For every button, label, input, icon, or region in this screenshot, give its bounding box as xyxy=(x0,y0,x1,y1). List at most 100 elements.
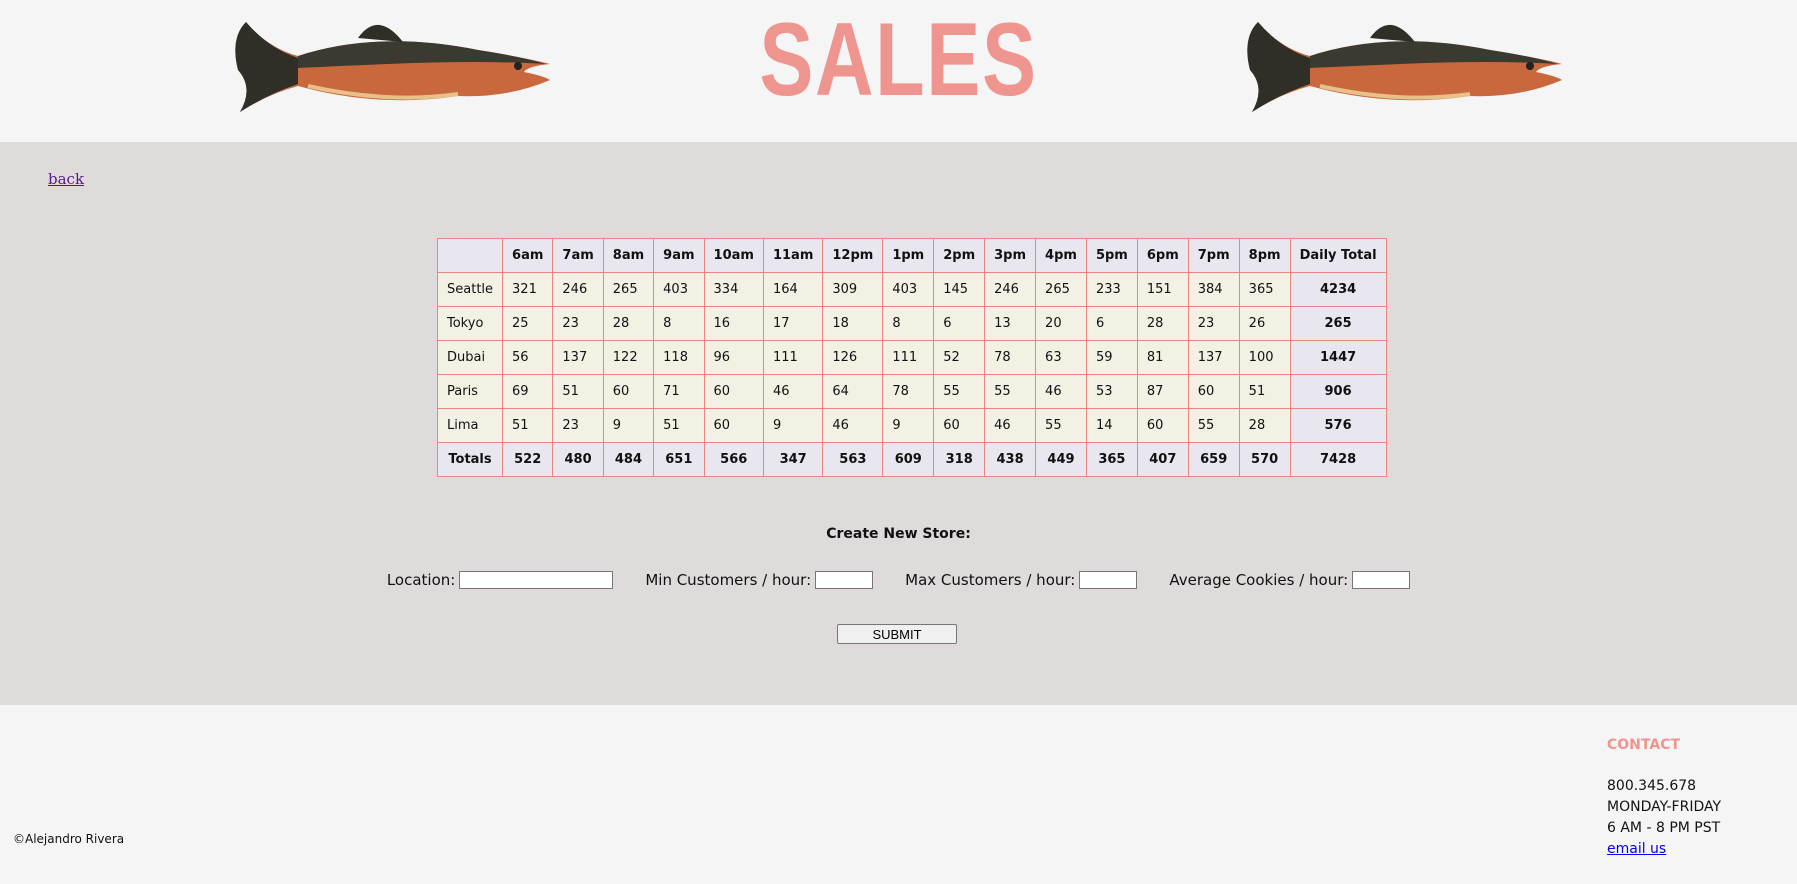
hourly-total-cell: 449 xyxy=(1035,442,1087,477)
sales-cell: 6 xyxy=(933,306,986,341)
sales-cell: 9 xyxy=(602,408,655,443)
hourly-total-cell: 570 xyxy=(1238,442,1291,477)
sales-cell: 334 xyxy=(703,272,764,307)
sales-cell: 384 xyxy=(1187,272,1240,307)
header-cell: 8pm xyxy=(1238,238,1291,273)
hourly-total-cell: 609 xyxy=(882,442,935,477)
sales-cell: 53 xyxy=(1085,374,1138,409)
sales-cell: 51 xyxy=(653,408,705,443)
totals-label-cell: Totals xyxy=(436,442,504,477)
sales-cell: 28 xyxy=(1136,306,1189,341)
store-name-cell: Paris xyxy=(436,374,504,409)
hourly-total-cell: 407 xyxy=(1136,442,1189,477)
sales-cell: 28 xyxy=(1238,408,1291,443)
sales-cell: 55 xyxy=(1035,408,1087,443)
store-name-cell: Dubai xyxy=(436,340,504,375)
sales-cell: 60 xyxy=(703,374,764,409)
sales-cell: 26 xyxy=(1238,306,1291,341)
sales-cell: 51 xyxy=(502,408,554,443)
header-cell: 11am xyxy=(762,238,824,273)
header-cell: Daily Total xyxy=(1289,238,1387,273)
contact-block: CONTACT 800.345.678 MONDAY-FRIDAY 6 AM -… xyxy=(1607,735,1721,860)
header-cell: 12pm xyxy=(822,238,884,273)
sales-cell: 100 xyxy=(1238,340,1291,375)
email-link[interactable]: email us xyxy=(1607,841,1666,857)
min-customers-input[interactable] xyxy=(815,571,874,589)
sales-cell: 52 xyxy=(933,340,986,375)
main-content: back 6am 7am 8am 9am 10am 11am 12pm 1pm 2pm 3pm 4p… xyxy=(0,142,1797,705)
location-input[interactable] xyxy=(459,571,614,589)
daily-total-cell: 265 xyxy=(1289,306,1387,341)
header-cell: 5pm xyxy=(1085,238,1138,273)
table-header-row: 6am 7am 8am 9am 10am 11am 12pm 1pm 2pm 3pm 4pm 5pm 6… xyxy=(436,238,1387,273)
sales-cell: 23 xyxy=(552,408,604,443)
page-header: SALES xyxy=(0,0,1797,142)
sales-cell: 71 xyxy=(653,374,705,409)
sales-cell: 137 xyxy=(1187,340,1240,375)
min-customers-label: Min Customers / hour: xyxy=(645,571,812,589)
max-customers-input[interactable] xyxy=(1079,571,1138,589)
sales-cell: 17 xyxy=(762,306,824,341)
table-row: Tokyo 25 23 28 8 16 17 18 8 6 13 20 6 28 23 26 265 xyxy=(436,306,1387,341)
sales-cell: 111 xyxy=(762,340,824,375)
hourly-total-cell: 484 xyxy=(602,442,655,477)
location-field-group: Location: xyxy=(387,571,614,589)
sales-cell: 51 xyxy=(1238,374,1291,409)
sales-cell: 309 xyxy=(822,272,884,307)
max-customers-field-group: Max Customers / hour: xyxy=(905,571,1138,589)
sales-cell: 59 xyxy=(1085,340,1138,375)
sales-cell: 13 xyxy=(984,306,1037,341)
sales-cell: 56 xyxy=(502,340,554,375)
grand-total-cell: 7428 xyxy=(1289,442,1387,477)
sales-cell: 60 xyxy=(1187,374,1240,409)
store-name-cell: Seattle xyxy=(436,272,504,307)
sales-cell: 51 xyxy=(552,374,604,409)
back-link[interactable]: back xyxy=(48,170,84,188)
contact-hours: 6 AM - 8 PM PST xyxy=(1607,820,1721,836)
sales-cell: 321 xyxy=(502,272,554,307)
header-cell-empty xyxy=(436,238,504,273)
sales-cell: 55 xyxy=(984,374,1037,409)
sales-cell: 403 xyxy=(653,272,705,307)
sales-cell: 9 xyxy=(762,408,824,443)
sales-cell: 265 xyxy=(1035,272,1087,307)
header-cell: 9am xyxy=(653,238,705,273)
sales-cell: 60 xyxy=(602,374,655,409)
sales-cell: 96 xyxy=(703,340,764,375)
sales-cell: 246 xyxy=(552,272,604,307)
sales-cell: 403 xyxy=(882,272,935,307)
hourly-total-cell: 480 xyxy=(552,442,604,477)
hourly-total-cell: 563 xyxy=(822,442,884,477)
contact-title: CONTACT xyxy=(1607,737,1681,753)
daily-total-cell: 906 xyxy=(1289,374,1387,409)
sales-cell: 60 xyxy=(703,408,764,443)
sales-cell: 8 xyxy=(882,306,935,341)
sales-cell: 9 xyxy=(882,408,935,443)
sales-cell: 23 xyxy=(1187,306,1240,341)
header-cell: 10am xyxy=(703,238,764,273)
sales-cell: 23 xyxy=(552,306,604,341)
avg-cookies-input[interactable] xyxy=(1352,571,1411,589)
sales-cell: 87 xyxy=(1136,374,1189,409)
sales-cell: 60 xyxy=(1136,408,1189,443)
sales-cell: 46 xyxy=(762,374,824,409)
table-row: Dubai 56 137 122 118 96 111 126 111 52 78 63 59 81 137… xyxy=(436,340,1387,375)
daily-total-cell: 1447 xyxy=(1289,340,1387,375)
avg-cookies-label: Average Cookies / hour: xyxy=(1169,571,1349,589)
hourly-total-cell: 651 xyxy=(653,442,705,477)
sales-cell: 126 xyxy=(822,340,884,375)
sales-cell: 25 xyxy=(502,306,554,341)
table-row: Lima 51 23 9 51 60 9 46 9 60 46 55 14 60 55 28 576 xyxy=(436,408,1387,443)
sales-cell: 14 xyxy=(1085,408,1138,443)
min-customers-field-group: Min Customers / hour: xyxy=(645,571,874,589)
sales-cell: 233 xyxy=(1085,272,1138,307)
totals-row: Totals 522 480 484 651 566 347 563 609 318 438 449 3… xyxy=(436,442,1387,477)
submit-button[interactable]: SUBMIT xyxy=(837,624,957,644)
header-cell: 1pm xyxy=(882,238,935,273)
sales-cell: 69 xyxy=(502,374,554,409)
sales-cell: 46 xyxy=(822,408,884,443)
hourly-total-cell: 659 xyxy=(1187,442,1240,477)
header-cell: 4pm xyxy=(1035,238,1087,273)
daily-total-cell: 576 xyxy=(1289,408,1387,443)
sales-cell: 78 xyxy=(984,340,1037,375)
